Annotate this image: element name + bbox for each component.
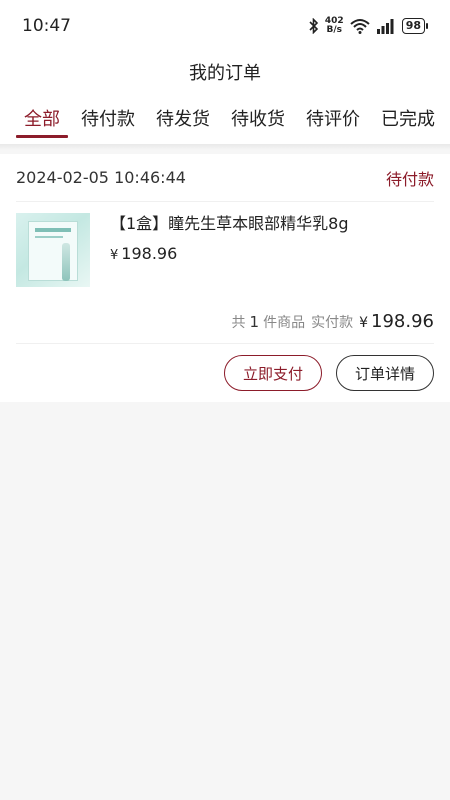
tab-all[interactable]: 全部 (16, 92, 68, 144)
product-info: 【1盒】瞳先生草本眼部精华乳8g ¥198.96 (110, 213, 349, 300)
product-name: 【1盒】瞳先生草本眼部精华乳8g (110, 214, 349, 233)
tab-pending-payment[interactable]: 待付款 (81, 92, 135, 144)
order-card-header: 2024-02-05 10:46:44 待付款 (16, 154, 434, 202)
bluetooth-icon (309, 18, 319, 34)
order-item[interactable]: 【1盒】瞳先生草本眼部精华乳8g ¥198.96 (16, 202, 434, 300)
battery-icon: 98 (401, 18, 428, 34)
page-title: 我的订单 (189, 63, 261, 84)
order-time: 2024-02-05 10:46:44 (16, 168, 186, 187)
order-detail-button[interactable]: 订单详情 (335, 355, 434, 391)
paid-label: 实付款 (311, 314, 354, 331)
status-time: 10:47 (22, 16, 71, 36)
order-card[interactable]: 2024-02-05 10:46:44 待付款 【1盒】瞳先生草本眼部精华乳8g… (0, 154, 450, 402)
item-count: 1 (249, 312, 260, 331)
pay-now-button[interactable]: 立即支付 (223, 355, 322, 391)
battery-level: 98 (401, 18, 425, 34)
top-area: 10:47 402 B/s 98 我的订单 全部 待付款 待发货 待收货 待评价… (0, 0, 450, 144)
tabs-shadow (0, 144, 450, 150)
order-total: ¥198.96 (359, 311, 434, 332)
price-value: 198.96 (121, 244, 178, 263)
net-speed: 402 B/s (324, 16, 344, 35)
wifi-icon (350, 19, 370, 34)
order-actions: 立即支付 订单详情 (16, 344, 434, 402)
currency-symbol: ¥ (110, 248, 119, 263)
product-image[interactable] (16, 213, 90, 287)
product-price: ¥198.96 (110, 244, 349, 263)
tab-completed[interactable]: 已完成 (381, 92, 435, 144)
tab-pending-shipment[interactable]: 待发货 (156, 92, 210, 144)
order-summary: 共 1 件商品 实付款 ¥198.96 (16, 300, 434, 344)
order-tabs: 全部 待付款 待发货 待收货 待评价 已完成 (0, 92, 450, 144)
status-bar: 10:47 402 B/s 98 (0, 0, 450, 52)
signal-icon (376, 19, 394, 34)
status-icons: 402 B/s 98 (309, 17, 428, 35)
order-status-badge: 待付款 (385, 169, 434, 189)
tab-pending-review[interactable]: 待评价 (306, 92, 360, 144)
tab-pending-receipt[interactable]: 待收货 (231, 92, 285, 144)
